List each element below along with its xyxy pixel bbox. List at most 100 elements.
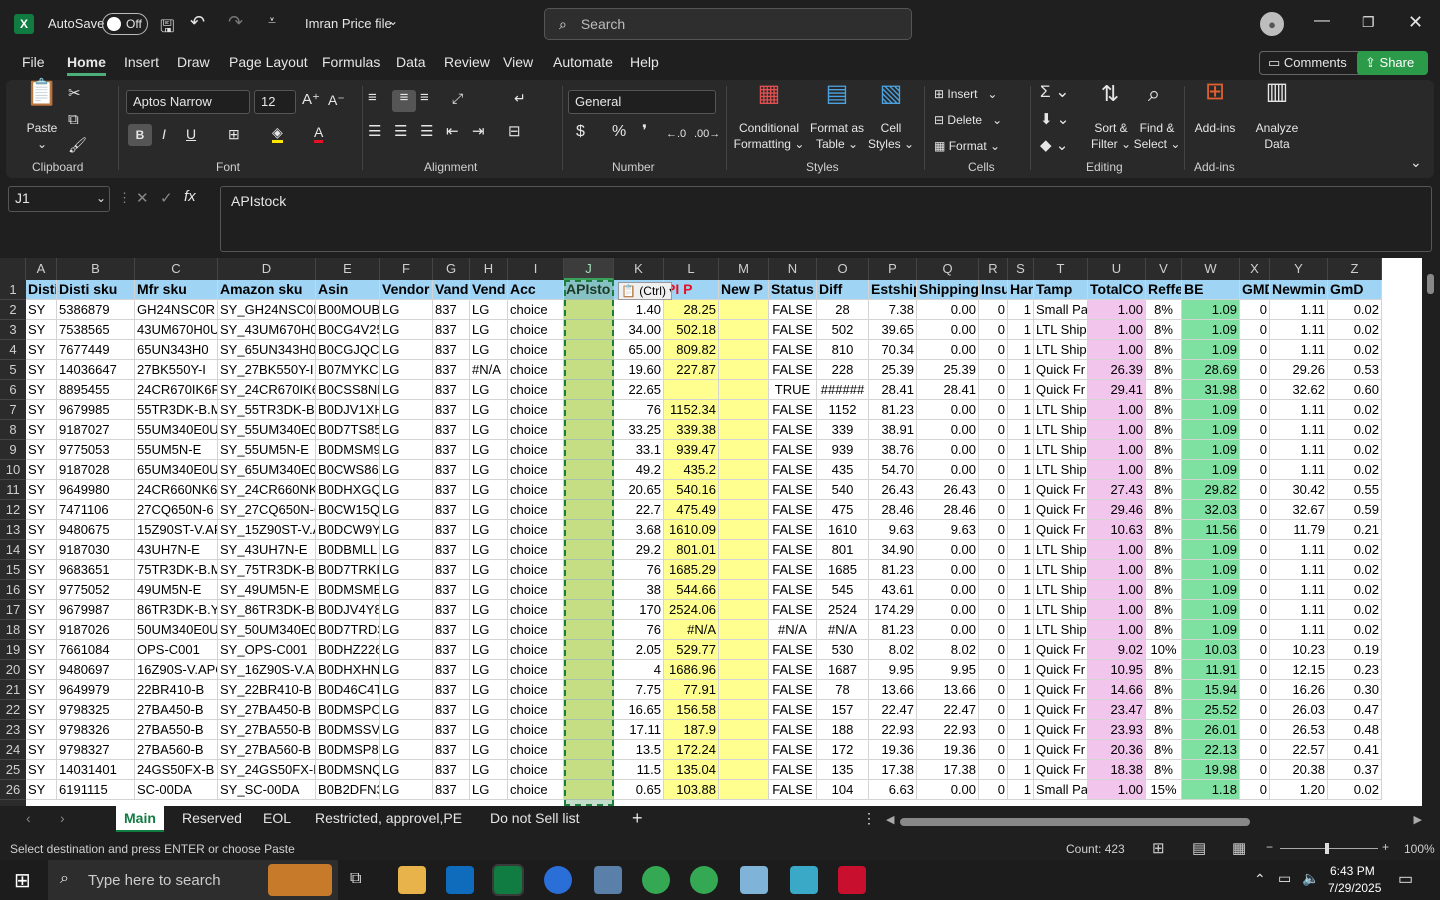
cell-u3[interactable]: 1.00 [1088,320,1146,340]
format-painter-icon[interactable]: 🖌 [68,138,87,154]
add-sheet-icon[interactable]: + [632,808,643,829]
cell-u13[interactable]: 10.63 [1088,520,1146,540]
cell-c20[interactable]: 16Z90S-V.APC [135,660,218,680]
cell-e14[interactable]: B0DBMLL [316,540,380,560]
cell-g16[interactable]: 837 [433,580,470,600]
column-header-k[interactable]: K [614,258,664,280]
cell-u16[interactable]: 1.00 [1088,580,1146,600]
cell-s13[interactable]: 1 [1008,520,1034,540]
cell-o4[interactable]: 810 [817,340,869,360]
cell-u2[interactable]: 1.00 [1088,300,1146,320]
cell-b19[interactable]: 7661084 [57,640,135,660]
cell-w3[interactable]: 1.09 [1182,320,1240,340]
cell-r3[interactable]: 0 [979,320,1008,340]
tab-home[interactable]: Home [67,54,106,76]
fill-color-icon[interactable]: ◈ [272,124,283,143]
cell-s11[interactable]: 1 [1008,480,1034,500]
cell-l14[interactable]: 801.01 [664,540,719,560]
fill-icon[interactable]: ⬇ ⌄ [1040,112,1069,128]
cell-u20[interactable]: 10.95 [1088,660,1146,680]
cell-z4[interactable]: 0.02 [1328,340,1382,360]
cell-o15[interactable]: 1685 [817,560,869,580]
sort-filter-icon[interactable]: ⇅ [1092,83,1128,105]
cell-a23[interactable]: SY [26,720,57,740]
column-header-s[interactable]: S [1008,258,1034,280]
cell-g15[interactable]: 837 [433,560,470,580]
header-cell-x[interactable]: GMD [1240,280,1270,300]
cell-c12[interactable]: 27CQ650N-6 [135,500,218,520]
cell-m20[interactable] [719,660,769,680]
cell-l22[interactable]: 156.58 [664,700,719,720]
cell-f11[interactable]: LG [380,480,433,500]
row-header-26[interactable]: 26 [0,780,26,800]
cell-u12[interactable]: 29.46 [1088,500,1146,520]
cell-k18[interactable]: 76 [614,620,664,640]
cell-z19[interactable]: 0.19 [1328,640,1382,660]
cell-a22[interactable]: SY [26,700,57,720]
cell-l23[interactable]: 187.9 [664,720,719,740]
cell-o6[interactable]: ###### [817,380,869,400]
cell-p7[interactable]: 81.23 [869,400,917,420]
network-icon[interactable]: ▭ [1278,870,1291,887]
autosave-toggle[interactable]: Off [102,13,148,35]
cell-z10[interactable]: 0.02 [1328,460,1382,480]
cell-q3[interactable]: 0.00 [917,320,979,340]
cell-d2[interactable]: SY_GH24NSC0R [218,300,316,320]
column-header-r[interactable]: R [979,258,1008,280]
cell-b16[interactable]: 9775052 [57,580,135,600]
cell-w2[interactable]: 1.09 [1182,300,1240,320]
cell-r21[interactable]: 0 [979,680,1008,700]
header-cell-o[interactable]: Diff [817,280,869,300]
cell-i5[interactable]: choice [508,360,564,380]
cell-n21[interactable]: FALSE [769,680,817,700]
cell-z3[interactable]: 0.02 [1328,320,1382,340]
cell-g24[interactable]: 837 [433,740,470,760]
cell-v17[interactable]: 8% [1146,600,1182,620]
cell-x19[interactable]: 0 [1240,640,1270,660]
header-cell-w[interactable]: BE [1182,280,1240,300]
cell-d12[interactable]: SY_27CQ650N-6 [218,500,316,520]
cell-o20[interactable]: 1687 [817,660,869,680]
column-header-h[interactable]: H [470,258,508,280]
cell-y7[interactable]: 1.11 [1270,400,1328,420]
cell-z5[interactable]: 0.53 [1328,360,1382,380]
cell-g23[interactable]: 837 [433,720,470,740]
taskbar-search[interactable]: ⌕ Type here to search [48,860,338,900]
cell-c19[interactable]: OPS-C001 [135,640,218,660]
clear-icon[interactable]: ◆ ⌄ [1040,138,1068,154]
cell-d19[interactable]: SY_OPS-C001 [218,640,316,660]
cell-g14[interactable]: 837 [433,540,470,560]
cell-x22[interactable]: 0 [1240,700,1270,720]
chevron-up-icon[interactable]: ⌃ [1254,871,1266,888]
analyze-data-button[interactable]: Analyze Data [1252,120,1302,152]
cell-h5[interactable]: #N/A [470,360,508,380]
cell-l10[interactable]: 435.2 [664,460,719,480]
cell-m26[interactable] [719,780,769,800]
cell-k23[interactable]: 17.11 [614,720,664,740]
zoom-level[interactable]: 100% [1404,842,1435,856]
column-header-g[interactable]: G [433,258,470,280]
cell-s26[interactable]: 1 [1008,780,1034,800]
cell-r17[interactable]: 0 [979,600,1008,620]
cell-a25[interactable]: SY [26,760,57,780]
cell-c26[interactable]: SC-00DA [135,780,218,800]
cell-p19[interactable]: 8.02 [869,640,917,660]
cell-h21[interactable]: LG [470,680,508,700]
cell-i19[interactable]: choice [508,640,564,660]
cell-a21[interactable]: SY [26,680,57,700]
cell-w19[interactable]: 10.03 [1182,640,1240,660]
outlook-icon[interactable] [446,866,474,894]
redo-icon[interactable]: ↷ [228,12,243,33]
cell-a18[interactable]: SY [26,620,57,640]
header-cell-p[interactable]: Estship [869,280,917,300]
tab-data[interactable]: Data [396,54,426,70]
cell-f16[interactable]: LG [380,580,433,600]
cell-n9[interactable]: FALSE [769,440,817,460]
excel-taskbar-icon[interactable] [492,864,524,896]
cell-b9[interactable]: 9775053 [57,440,135,460]
cell-q12[interactable]: 28.46 [917,500,979,520]
format-as-table-button[interactable]: Format as Table ⌄ [806,120,868,152]
cell-z25[interactable]: 0.37 [1328,760,1382,780]
paste-button[interactable]: Paste [20,120,64,136]
cell-f18[interactable]: LG [380,620,433,640]
